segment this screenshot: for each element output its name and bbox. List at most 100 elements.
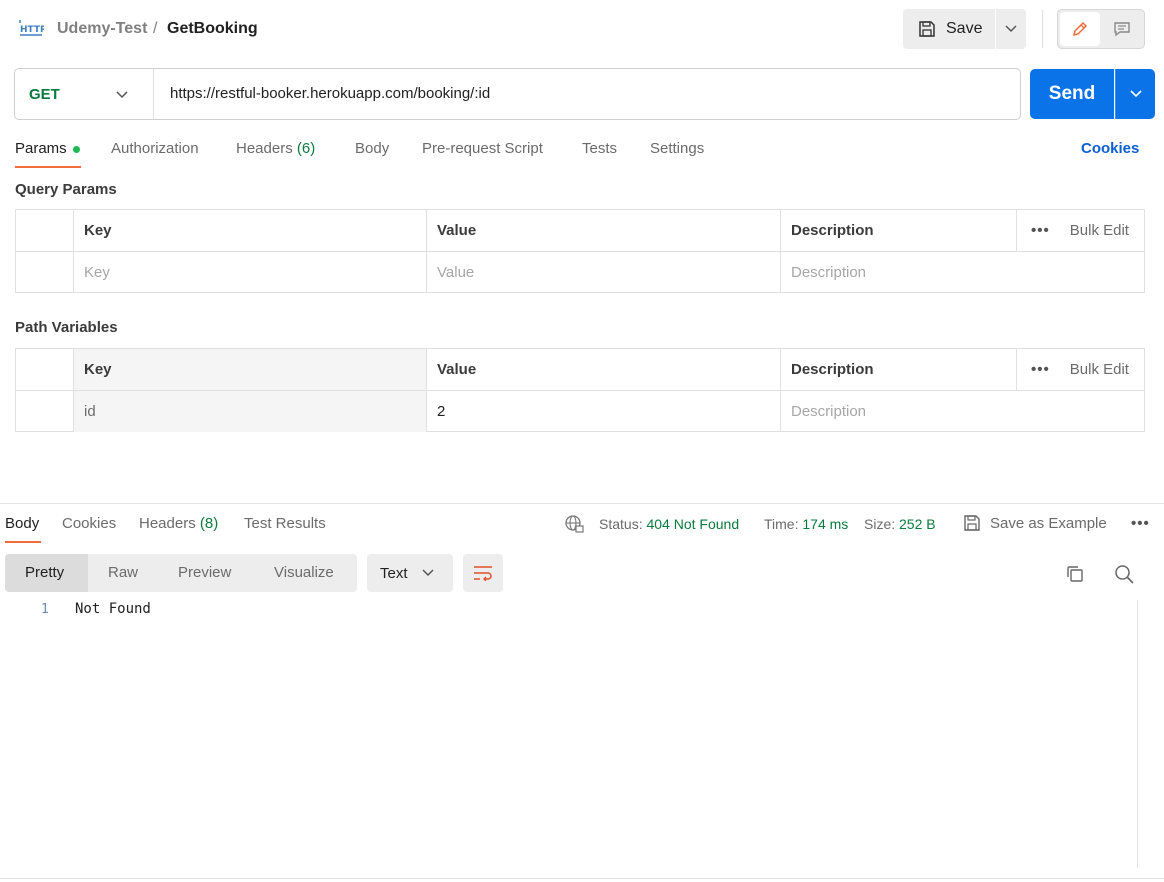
save-icon	[963, 514, 981, 532]
line-number: 1	[41, 602, 49, 617]
status-label: Status:	[599, 516, 643, 532]
save-label: Save	[946, 20, 983, 37]
comments-button[interactable]	[1102, 12, 1142, 46]
response-headers-label: Headers	[139, 515, 196, 532]
column-header-value: Value	[426, 349, 780, 390]
path-variable-value-input[interactable]: 2	[426, 391, 780, 432]
cookies-link[interactable]: Cookies	[1081, 140, 1139, 157]
column-header-key: Key	[73, 349, 426, 390]
query-params-title: Query Params	[15, 181, 117, 198]
response-status[interactable]: Status: 404 Not Found	[599, 516, 739, 532]
format-select[interactable]: Text	[367, 554, 453, 592]
query-params-table: Key Value Description ••• Bulk Edit Key …	[15, 209, 1145, 293]
tab-headers-label: Headers	[236, 140, 293, 157]
copy-icon[interactable]	[1065, 564, 1085, 584]
send-options-dropdown[interactable]	[1115, 69, 1155, 119]
format-label: Text	[380, 564, 408, 582]
column-header-description: Description	[780, 210, 1016, 251]
bottom-divider	[0, 878, 1164, 879]
more-options-icon[interactable]: •••	[1031, 222, 1050, 239]
url-input[interactable]	[170, 85, 1000, 102]
column-header-value: Value	[426, 210, 780, 251]
view-raw[interactable]: Raw	[108, 564, 138, 581]
chevron-down-icon[interactable]	[116, 86, 128, 102]
save-as-example-label: Save as Example	[990, 514, 1107, 532]
svg-text:HTTP: HTTP	[20, 25, 44, 35]
save-icon	[918, 20, 936, 38]
globe-lock-icon[interactable]	[564, 514, 584, 534]
request-title[interactable]: GetBooking	[167, 20, 258, 38]
table-row: Key Value Description	[16, 252, 1144, 293]
pencil-icon	[1071, 20, 1089, 38]
chevron-down-icon	[421, 569, 434, 577]
table-actions-cell: ••• Bulk Edit	[1016, 210, 1144, 251]
chevron-down-icon	[1005, 25, 1017, 33]
params-indicator-dot	[73, 146, 80, 153]
chevron-down-icon	[1129, 90, 1142, 98]
tab-body[interactable]: Body	[355, 140, 389, 157]
active-tab-underline	[15, 166, 81, 168]
time-label: Time:	[764, 516, 799, 532]
scrollbar[interactable]	[1137, 600, 1138, 868]
response-time[interactable]: Time: 174 ms	[764, 516, 848, 532]
key-input[interactable]: Key	[73, 252, 426, 293]
active-tab-underline	[5, 541, 41, 543]
description-input[interactable]: Description	[780, 252, 1144, 293]
response-pane-divider	[0, 503, 1164, 504]
save-options-dropdown[interactable]	[996, 9, 1026, 49]
path-variables-title: Path Variables	[15, 319, 118, 336]
value-input[interactable]: Value	[426, 252, 780, 293]
edit-mode-button[interactable]	[1060, 12, 1100, 46]
view-visualize[interactable]: Visualize	[274, 564, 334, 581]
more-options-icon[interactable]: •••	[1131, 515, 1150, 532]
tab-params[interactable]: Params	[15, 140, 67, 157]
row-select-cell	[16, 252, 73, 293]
response-tab-headers[interactable]: Headers (8)	[139, 515, 218, 532]
status-value: 404 Not Found	[646, 516, 740, 532]
tab-authorization[interactable]: Authorization	[111, 140, 199, 157]
bulk-edit-link[interactable]: Bulk Edit	[1070, 222, 1129, 239]
response-tab-body[interactable]: Body	[5, 515, 39, 532]
row-select-cell	[16, 349, 73, 390]
row-select-cell	[16, 391, 73, 432]
breadcrumb-collection[interactable]: Udemy-Test	[57, 20, 147, 38]
response-tab-test-results[interactable]: Test Results	[244, 515, 326, 532]
breadcrumb-separator: /	[153, 20, 158, 37]
tab-pre-request-script[interactable]: Pre-request Script	[422, 140, 543, 157]
comment-icon	[1113, 20, 1131, 38]
search-icon[interactable]	[1114, 564, 1134, 584]
description-input[interactable]: Description	[780, 391, 1144, 432]
bulk-edit-link[interactable]: Bulk Edit	[1070, 361, 1129, 378]
row-select-cell	[16, 210, 73, 251]
url-divider	[153, 69, 154, 119]
path-variable-key: id	[73, 391, 426, 432]
size-label: Size:	[864, 516, 896, 532]
more-options-icon[interactable]: •••	[1031, 361, 1050, 378]
table-actions-cell: ••• Bulk Edit	[1016, 349, 1144, 390]
size-value: 252 B	[899, 516, 936, 532]
wrap-lines-button[interactable]	[463, 554, 503, 592]
view-preview[interactable]: Preview	[178, 564, 231, 581]
time-value: 174 ms	[802, 516, 849, 532]
table-row: id 2 Description	[16, 391, 1144, 432]
save-as-example-button[interactable]: Save as Example	[963, 514, 1107, 532]
response-size[interactable]: Size: 252 B	[864, 516, 936, 532]
tab-settings[interactable]: Settings	[650, 140, 704, 157]
tab-tests[interactable]: Tests	[582, 140, 617, 157]
method-select[interactable]: GET	[29, 86, 60, 103]
response-headers-count: (8)	[199, 515, 219, 532]
response-tab-cookies[interactable]: Cookies	[62, 515, 116, 532]
view-pretty[interactable]: Pretty	[25, 564, 64, 581]
tab-headers-count: (6)	[296, 140, 316, 157]
save-button[interactable]: Save	[903, 9, 995, 49]
column-header-description: Description	[780, 349, 1016, 390]
tab-headers[interactable]: Headers (6)	[236, 140, 315, 157]
wrap-lines-icon	[473, 565, 493, 581]
response-body-text: Not Found	[75, 601, 151, 617]
header-divider	[1042, 10, 1043, 48]
table-header-row: Key Value Description ••• Bulk Edit	[16, 349, 1144, 390]
table-header-row: Key Value Description ••• Bulk Edit	[16, 210, 1144, 251]
http-file-icon: HTTP	[18, 18, 44, 40]
send-button[interactable]: Send	[1030, 69, 1114, 119]
column-header-key: Key	[73, 210, 426, 251]
